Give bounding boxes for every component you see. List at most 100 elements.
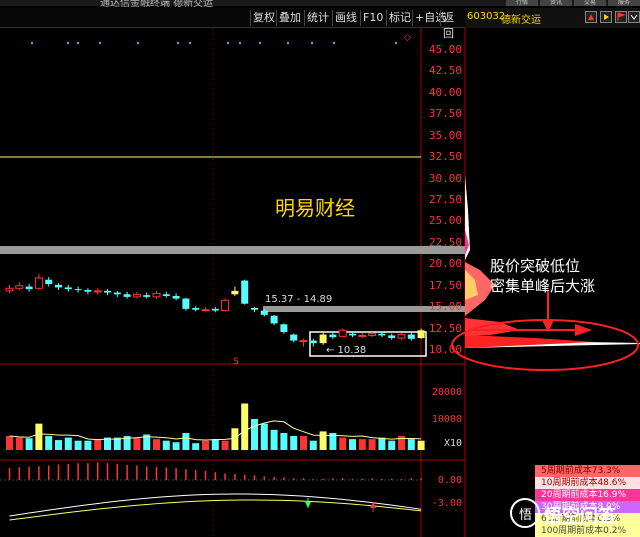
signal-dot: [332, 41, 336, 45]
volume-bar: [388, 440, 396, 450]
price-axis-label: 22.50: [428, 235, 462, 249]
signal-dot: [310, 41, 314, 45]
candle-body: [64, 287, 72, 290]
candle-body: [397, 334, 406, 339]
volume-bar: [319, 431, 327, 450]
signal-dot: [76, 41, 80, 45]
volume-bar: [290, 436, 298, 450]
price-axis-label: 32.50: [428, 150, 462, 164]
signal-dot: [286, 41, 290, 45]
volume-bar: [25, 438, 33, 450]
candle-body: [221, 299, 230, 312]
volume-bar: [182, 432, 190, 450]
candle-body: [290, 334, 298, 341]
candle-body: [309, 340, 317, 344]
candle-body: [143, 295, 151, 297]
price-axis-label: 25.00: [428, 214, 462, 228]
price-axis-label: 37.50: [428, 107, 462, 121]
macd-dea-line: [9, 499, 422, 521]
volume-bar: [6, 436, 13, 450]
signal-dot: [66, 41, 70, 45]
volume-bar: [162, 440, 170, 450]
candle-body: [162, 294, 170, 296]
volume-bar: [270, 429, 278, 450]
candle-body: [368, 333, 377, 336]
volume-bar: [241, 403, 249, 450]
arrow-right-head: [575, 324, 592, 336]
chip-band-upper: [0, 246, 465, 254]
candle-body: [113, 292, 121, 295]
volume-bar: [133, 438, 141, 450]
logo-mark: 悟: [510, 498, 540, 528]
cost-row: 5周期前成本73.3%: [535, 465, 640, 477]
price-axis-label: 17.50: [428, 278, 462, 292]
wukong-logo: 悟 悟空问答: [510, 498, 635, 530]
cost-row: 10周期前成本48.6%: [535, 477, 640, 489]
volume-bar: [309, 440, 317, 450]
volume-bar: [64, 437, 72, 450]
watermark-text: 明易财经: [275, 196, 355, 220]
volume-bar: [260, 423, 268, 450]
volume-bar: [84, 440, 92, 450]
candle-body: [280, 324, 288, 332]
volume-bar: [251, 419, 258, 450]
volume-bar: [358, 439, 366, 450]
volume-axis-10000: 10000: [431, 414, 462, 425]
volume-bar: [368, 439, 376, 450]
volume-bar: [211, 439, 219, 450]
signal-dot: [238, 41, 242, 45]
price-axis-label: 40.00: [428, 85, 462, 99]
volume-bar: [172, 442, 180, 450]
low-price-label: ← 10.38: [326, 345, 367, 356]
volume-bar: [221, 440, 229, 450]
signal-dot: [136, 41, 140, 45]
price-axis-label: 42.50: [428, 64, 462, 78]
volume-bar: [407, 439, 415, 450]
volume-bar: [280, 432, 288, 450]
price-axis-label: 12.50: [428, 321, 462, 335]
logo-text: 悟空问答: [544, 506, 616, 527]
s-marker: S: [233, 357, 239, 367]
volume-bar: [378, 437, 386, 450]
candle-body: [231, 290, 239, 295]
candle-body: [182, 298, 190, 309]
candle-body: [299, 340, 308, 343]
signal-dot: [226, 41, 230, 45]
signal-dot: [394, 41, 398, 45]
annotation-line-1: 股价突破低位: [490, 257, 581, 275]
volume-unit: X10: [443, 438, 462, 449]
candle-body: [270, 315, 278, 324]
volume-bar: [94, 439, 102, 450]
volume-group: [6, 403, 425, 450]
diamond-marker: ◇: [404, 33, 411, 43]
macd-group: [0, 462, 422, 521]
candle-body: [84, 290, 92, 292]
signal-dot: [176, 41, 180, 45]
candle-body: [45, 279, 53, 284]
signal-dots: ◇: [30, 33, 411, 45]
volume-bar: [35, 423, 43, 450]
candle-body: [319, 334, 327, 344]
volume-axis-20000: 20000: [431, 387, 462, 398]
volume-ma-group: [9, 420, 422, 441]
candle-body: [172, 296, 180, 299]
candle-body: [55, 284, 62, 288]
macd-axis-minus3: -3.00: [431, 498, 462, 509]
volume-bar: [153, 439, 160, 450]
candle-body: [192, 308, 200, 310]
candle-body: [152, 292, 161, 298]
candle-body: [123, 294, 131, 297]
candle-body: [201, 309, 210, 312]
annotation-line-2: 密集单峰后大涨: [490, 277, 596, 295]
candle-body: [378, 333, 386, 336]
signal-dot: [98, 41, 102, 45]
candle-body: [388, 335, 396, 338]
candle-body: [93, 290, 102, 293]
candle-body: [241, 280, 249, 304]
candle-body: [34, 277, 43, 289]
candle-body: [132, 293, 141, 298]
candle-body: [15, 285, 24, 289]
volume-ma-line: [9, 420, 422, 441]
signal-dot: [258, 41, 262, 45]
candle-body: [358, 334, 367, 337]
